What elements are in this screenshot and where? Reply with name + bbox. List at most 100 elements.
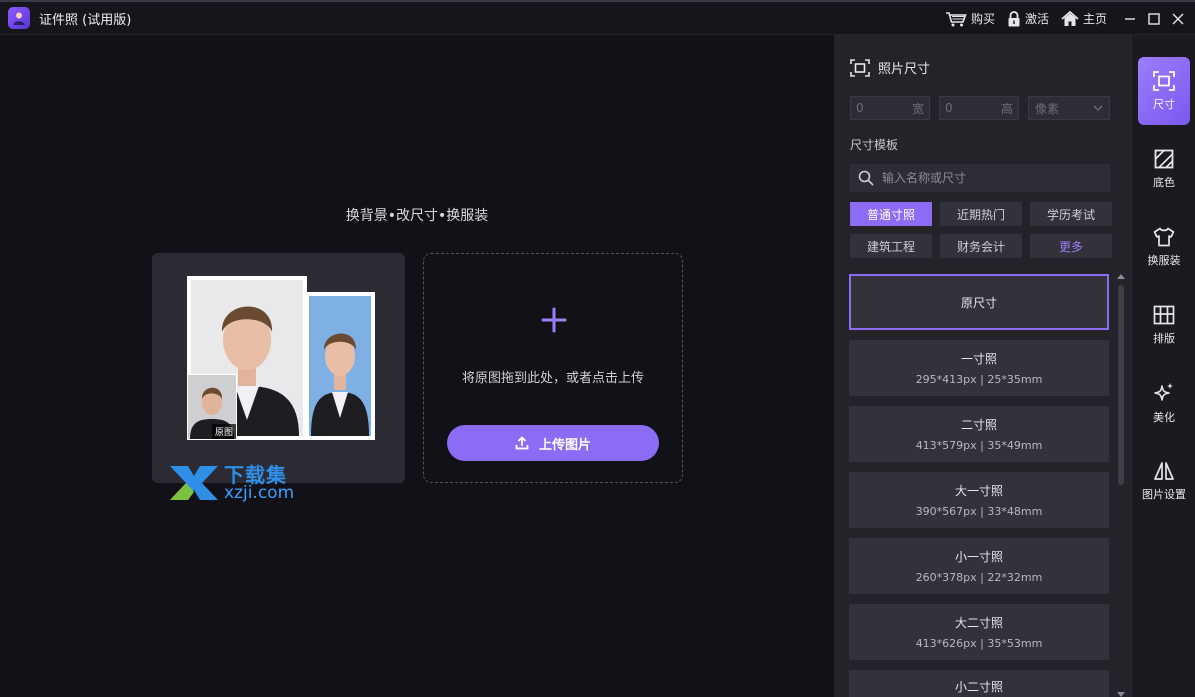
size-name: 二寸照 (960, 418, 997, 432)
close-button[interactable] (1167, 8, 1189, 30)
app-title: 证件照 (试用版) (39, 12, 132, 28)
size-name: 小一寸照 (954, 550, 1003, 564)
category-tab-exam[interactable]: 学历考试 (1030, 202, 1112, 226)
buy-button[interactable]: 购买 (945, 10, 995, 27)
size-item-original[interactable]: 原尺寸 (849, 274, 1109, 330)
rail-item-clothing[interactable]: 换服装 (1138, 213, 1190, 281)
watermark-cn: 下载集 (224, 462, 287, 487)
upload-image-button[interactable]: 上传图片 (447, 425, 659, 461)
dimension-row: 0 宽 0 高 像素 (850, 96, 1110, 120)
category-tab-hot[interactable]: 近期热门 (940, 202, 1022, 226)
title-bar: 证件照 (试用版) 购买 激活 主页 (0, 0, 1195, 35)
size-item[interactable]: 一寸照 295*413px | 25*35mm (849, 340, 1109, 396)
minimize-button[interactable] (1119, 8, 1141, 30)
size-name: 原尺寸 (960, 295, 997, 310)
scroll-up-icon[interactable] (1117, 274, 1125, 279)
template-label: 尺寸模板 (850, 138, 899, 152)
buy-label: 购买 (970, 12, 995, 26)
upload-drop-zone[interactable]: 将原图拖到此处，或者点击上传 上传图片 (423, 253, 683, 483)
background-color-icon (1154, 149, 1174, 168)
upload-button-label: 上传图片 (538, 436, 591, 452)
panel-header: 照片尺寸 (850, 58, 930, 77)
size-spec: 390*567px | 33*48mm (915, 505, 1043, 518)
template-search-input[interactable] (882, 171, 1102, 185)
size-item[interactable]: 小一寸照 260*378px | 22*32mm (849, 538, 1109, 594)
watermark-logo-icon (170, 466, 218, 500)
height-unit: 高 (1000, 101, 1013, 116)
original-label: 原图 (211, 424, 236, 439)
size-item[interactable]: 大二寸照 413*626px | 35*53mm (849, 604, 1109, 660)
main-canvas: 换背景•改尺寸•换服装 原图 下载集 xzji.com 将原图拖到此处，或者点击… (0, 35, 834, 697)
layout-grid-icon (1153, 305, 1175, 324)
size-spec: 413*579px | 35*49mm (915, 439, 1043, 452)
template-search (850, 164, 1110, 192)
crop-frame-icon (850, 58, 870, 77)
width-unit: 宽 (911, 101, 924, 116)
sparkle-icon (1154, 382, 1173, 401)
height-value: 0 (945, 101, 953, 115)
panel-title: 照片尺寸 (878, 62, 931, 77)
rail-label-background: 底色 (1153, 175, 1175, 189)
category-tab-standard[interactable]: 普通寸照 (850, 202, 932, 226)
rail-item-image-settings[interactable]: 图片设置 (1138, 447, 1190, 515)
size-template-list: 原尺寸 一寸照 295*413px | 25*35mm 二寸照 413*579p… (849, 274, 1109, 697)
rail-label-image-settings: 图片设置 (1142, 487, 1186, 501)
maximize-icon (1148, 12, 1160, 25)
width-value: 0 (856, 101, 864, 115)
search-icon (858, 170, 874, 186)
size-item[interactable]: 大一寸照 390*567px | 33*48mm (849, 472, 1109, 528)
home-label: 主页 (1082, 12, 1107, 26)
app-logo-icon (8, 7, 30, 29)
rail-label-size: 尺寸 (1153, 97, 1175, 111)
unit-select[interactable]: 像素 (1028, 96, 1110, 120)
chevron-down-icon (1093, 105, 1103, 111)
rail-item-beautify[interactable]: 美化 (1138, 369, 1190, 437)
tool-rail: 尺寸 底色 换服装 排版 美化 图片设置 (1131, 35, 1195, 697)
crop-frame-icon (1153, 70, 1175, 91)
activate-label: 激活 (1024, 12, 1049, 26)
category-tab-construction[interactable]: 建筑工程 (850, 234, 932, 258)
maximize-button[interactable] (1143, 8, 1165, 30)
size-spec: 260*378px | 22*32mm (915, 571, 1043, 584)
category-tab-more[interactable]: 更多 (1030, 234, 1112, 258)
activate-button[interactable]: 激活 (1007, 10, 1049, 27)
unit-select-value: 像素 (1035, 101, 1060, 116)
upload-hint: 将原图拖到此处，或者点击上传 (461, 371, 644, 386)
sample-photo-blue (305, 292, 375, 440)
sample-photo-original: 原图 (187, 374, 237, 440)
shirt-icon (1153, 227, 1175, 246)
title-actions: 购买 激活 主页 (945, 2, 1195, 35)
scroll-down-icon[interactable] (1117, 692, 1125, 697)
rail-item-size[interactable]: 尺寸 (1138, 57, 1190, 125)
home-button[interactable]: 主页 (1061, 10, 1107, 27)
home-icon (1061, 10, 1079, 26)
size-item[interactable]: 小二寸照 (849, 670, 1109, 697)
site-watermark: 下载集 xzji.com (168, 462, 294, 504)
width-input[interactable]: 0 宽 (850, 96, 930, 120)
rail-label-layout: 排版 (1153, 331, 1175, 345)
size-name: 大一寸照 (954, 484, 1003, 498)
height-input[interactable]: 0 高 (939, 96, 1019, 120)
size-list-scrollbar[interactable] (1117, 274, 1125, 697)
size-settings-panel: 照片尺寸 0 宽 0 高 像素 尺寸模板 普通寸照 近期热门 学历考试 建筑工程… (834, 35, 1131, 697)
rail-label-beautify: 美化 (1153, 410, 1175, 424)
rail-item-layout[interactable]: 排版 (1138, 291, 1190, 359)
size-name: 小二寸照 (954, 680, 1003, 694)
scroll-thumb[interactable] (1118, 285, 1124, 485)
rail-item-background[interactable]: 底色 (1138, 135, 1190, 203)
mirror-icon (1154, 461, 1174, 480)
plus-icon (541, 307, 567, 333)
size-spec: 413*626px | 35*53mm (915, 637, 1043, 650)
close-icon (1172, 13, 1184, 24)
size-spec: 295*413px | 25*35mm (915, 373, 1043, 386)
minimize-icon (1125, 17, 1135, 20)
category-tabs: 普通寸照 近期热门 学历考试 建筑工程 财务会计 更多 (850, 202, 1114, 258)
upload-icon (515, 436, 529, 450)
tagline: 换背景•改尺寸•换服装 (345, 208, 489, 224)
size-item[interactable]: 二寸照 413*579px | 35*49mm (849, 406, 1109, 462)
category-tab-accounting[interactable]: 财务会计 (940, 234, 1022, 258)
sample-preview-card: 原图 (152, 253, 405, 483)
portrait-figure-icon (311, 333, 369, 436)
watermark-en: xzji.com (224, 482, 295, 503)
cart-icon (945, 11, 967, 26)
